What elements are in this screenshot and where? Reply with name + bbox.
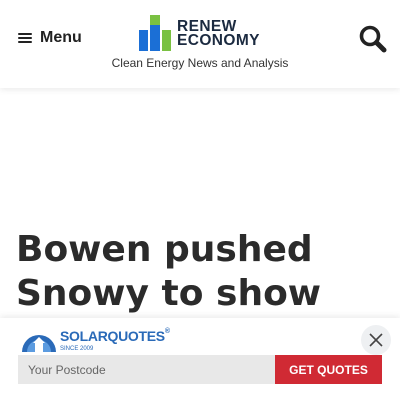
- logo-wordmark: RENEW ECONOMY: [177, 19, 260, 49]
- get-quotes-button[interactable]: GET QUOTES: [275, 355, 382, 384]
- site-tagline: Clean Energy News and Analysis: [111, 56, 289, 70]
- solarquotes-logo: SOLARQUOTES® SINCE 2009: [20, 326, 170, 354]
- logo-line-2: ECONOMY: [177, 32, 260, 49]
- solarquotes-sun-icon: [22, 335, 56, 352]
- close-banner-button[interactable]: [361, 325, 391, 355]
- site-header: Menu RENEW ECONOMY Clean Energy News and…: [0, 0, 400, 88]
- postcode-input[interactable]: [18, 355, 275, 384]
- menu-button[interactable]: Menu: [18, 27, 82, 49]
- search-icon[interactable]: [358, 24, 388, 54]
- solarquotes-banner: SOLARQUOTES® SINCE 2009 GET QUOTES: [0, 318, 400, 400]
- solarquotes-brand: SOLARQUOTES®: [60, 328, 170, 344]
- hamburger-icon: [18, 32, 32, 44]
- menu-label: Menu: [40, 29, 82, 46]
- article-title[interactable]: Bowen pushed Snowy to show: [16, 228, 386, 316]
- close-icon: [369, 333, 383, 347]
- site-logo[interactable]: RENEW ECONOMY: [139, 15, 263, 51]
- renew-economy-logo-icon: [139, 15, 171, 51]
- solarquotes-since: SINCE 2009: [60, 346, 94, 352]
